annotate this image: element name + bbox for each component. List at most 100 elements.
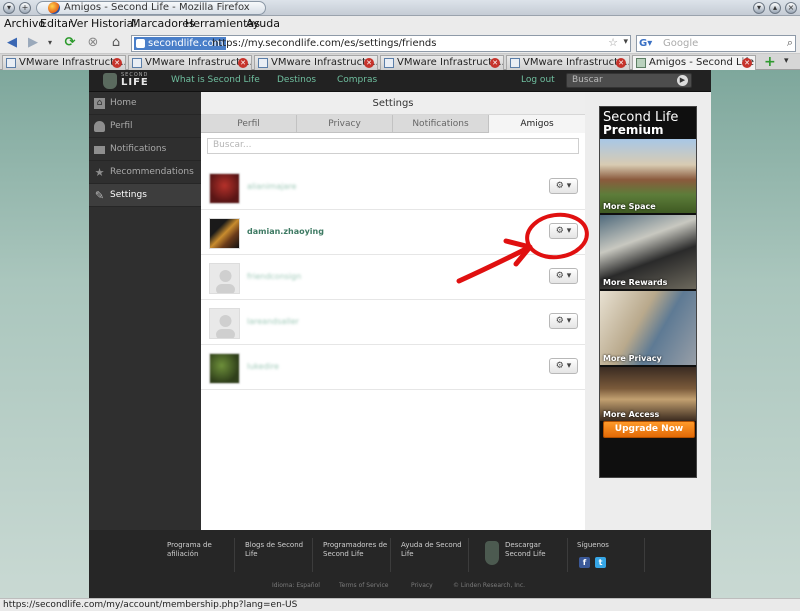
status-bar: https://secondlife.com/my/account/member… (0, 598, 800, 611)
home-icon: ⌂ (94, 98, 105, 109)
history-dropdown-icon[interactable]: ▾ (42, 35, 58, 51)
search-icon[interactable]: ⌕ (787, 36, 793, 50)
logout-link[interactable]: Log out (521, 75, 555, 85)
tab-close-icon[interactable]: ✕ (742, 58, 752, 68)
footer-link-terms[interactable]: Terms of Service (339, 582, 388, 589)
facebook-icon[interactable]: f (579, 557, 590, 568)
footer-follow-label: Síguenos (577, 541, 609, 549)
site-search-input[interactable]: Buscar ▶ (566, 73, 692, 88)
avatar[interactable] (209, 263, 240, 294)
bookmark-star-icon[interactable]: ☆ (608, 36, 618, 49)
menu-ayuda[interactable]: Ayuda (246, 17, 280, 30)
tab-close-icon[interactable]: ✕ (364, 58, 374, 68)
menu-ver[interactable]: Ver (70, 17, 88, 30)
footer-link-blogs[interactable]: Blogs de Second Life (245, 541, 317, 559)
footer-link-affiliate[interactable]: Programa de afiliación (167, 541, 239, 559)
url-bar[interactable]: secondlife.com https://my.secondlife.com… (131, 35, 631, 52)
footer-link-help[interactable]: Ayuda de Second Life (401, 541, 473, 559)
avatar[interactable] (209, 173, 240, 204)
browser-tab[interactable]: VMware Infrastructu... ✕ (380, 55, 504, 70)
site-search-placeholder: Buscar (572, 75, 603, 85)
footer-link-download[interactable]: Descargar Second Life (505, 541, 565, 559)
tab-label: VMware Infrastructu... (271, 57, 378, 68)
nav-link-destinos[interactable]: Destinos (277, 75, 316, 85)
url-text[interactable]: https://my.secondlife.com/es/settings/fr… (212, 37, 437, 50)
web-search-placeholder: Google (663, 38, 699, 49)
home-icon[interactable]: ⌂ (108, 35, 124, 51)
friend-name[interactable]: damian.zhaoying (247, 227, 324, 236)
friend-options-gear-button[interactable]: ⚙ ▾ (549, 178, 578, 194)
window-menu-button[interactable]: ▾ (3, 2, 15, 14)
second-life-page: SECOND LIFE What is Second Life Destinos… (89, 70, 711, 598)
tab-notifications[interactable]: Notifications (393, 115, 489, 133)
url-dropdown-icon[interactable]: ▾ (623, 37, 628, 47)
friend-options-gear-button[interactable]: ⚙ ▾ (549, 223, 578, 239)
tab-close-icon[interactable]: ✕ (616, 58, 626, 68)
language-selector[interactable]: Idioma: Español (272, 582, 320, 589)
avatar[interactable] (209, 308, 240, 339)
search-go-icon[interactable]: ▶ (677, 75, 688, 86)
browser-tab[interactable]: VMware Infrastructu... ✕ (128, 55, 252, 70)
sidebar-item-label: Recommendations (110, 167, 194, 177)
close-window-button[interactable]: × (785, 2, 797, 14)
tab-close-icon[interactable]: ✕ (238, 58, 248, 68)
forward-arrow-icon[interactable]: ▶ (25, 35, 41, 51)
back-arrow-icon[interactable]: ◀ (4, 35, 20, 51)
nav-link-compras[interactable]: Compras (337, 75, 377, 85)
footer-link-privacy[interactable]: Privacy (411, 582, 433, 589)
maximize-button[interactable]: ▴ (769, 2, 781, 14)
vmware-favicon-icon (384, 58, 394, 68)
friend-name[interactable]: lukedire (247, 362, 279, 371)
sidebar-item-home[interactable]: ⌂ Home (89, 92, 201, 115)
vmware-favicon-icon (6, 58, 16, 68)
avatar[interactable] (209, 218, 240, 249)
browser-tab[interactable]: VMware Infrastructu... ✕ (2, 55, 126, 70)
person-icon (94, 121, 105, 132)
sidebar-item-settings[interactable]: ✎ Settings (89, 184, 201, 207)
tab-close-icon[interactable]: ✕ (490, 58, 500, 68)
upgrade-now-button[interactable]: Upgrade Now (603, 421, 695, 438)
sidebar-item-perfil[interactable]: Perfil (89, 115, 201, 138)
friend-name[interactable]: friendconsign (247, 272, 301, 281)
sidebar-item-recommendations[interactable]: ★ Recommendations (89, 161, 201, 184)
window-title: Amigos - Second Life - Mozilla Firefox (64, 2, 250, 13)
tab-amigos[interactable]: Amigos (489, 115, 585, 133)
vmware-favicon-icon (258, 58, 268, 68)
menu-historial[interactable]: Historial (91, 17, 136, 30)
avatar[interactable] (209, 353, 240, 384)
tab-list-dropdown-icon[interactable]: ▾ (784, 56, 789, 66)
premium-ad-banner[interactable]: Second Life Premium More Space More Rewa… (599, 106, 697, 478)
sidebar-item-notifications[interactable]: Notifications (89, 138, 201, 161)
tab-close-icon[interactable]: ✕ (112, 58, 122, 68)
friend-options-gear-button[interactable]: ⚙ ▾ (549, 268, 578, 284)
reload-icon[interactable]: ⟳ (62, 35, 78, 51)
friend-options-gear-button[interactable]: ⚙ ▾ (549, 358, 578, 374)
google-engine-icon[interactable]: G▾ (639, 37, 661, 50)
new-tab-plus-icon[interactable]: + (764, 54, 776, 70)
nav-link-what-is-sl[interactable]: What is Second Life (171, 75, 260, 85)
browser-tab[interactable]: VMware Infrastructu... ✕ (254, 55, 378, 70)
minimize-button[interactable]: ▾ (753, 2, 765, 14)
footer-separator (468, 538, 469, 572)
friend-search-input[interactable]: Buscar... (207, 138, 579, 154)
sidebar-item-label: Settings (110, 190, 147, 200)
second-life-logo[interactable]: SECOND LIFE (103, 72, 161, 89)
tab-privacy[interactable]: Privacy (297, 115, 393, 133)
tab-perfil[interactable]: Perfil (201, 115, 297, 133)
friend-options-gear-button[interactable]: ⚙ ▾ (549, 313, 578, 329)
window-sticky-button[interactable]: + (19, 2, 31, 14)
twitter-icon[interactable]: t (595, 557, 606, 568)
footer-link-developers[interactable]: Programadores de Second Life (323, 541, 395, 559)
browser-tab[interactable]: VMware Infrastructu... ✕ (506, 55, 630, 70)
menu-editar[interactable]: Editar (40, 17, 73, 30)
menu-archivo[interactable]: Archivo (4, 17, 45, 30)
ad-caption: More Space (603, 202, 656, 211)
logo-text: LIFE (121, 77, 149, 88)
settings-tabs: Perfil Privacy Notifications Amigos (201, 115, 585, 133)
browser-tab-active[interactable]: Amigos - Second Life ✕ (632, 55, 756, 70)
friend-name[interactable]: alianimajare (247, 182, 296, 191)
stop-icon[interactable]: ⊗ (85, 35, 101, 51)
web-search-bar[interactable]: G▾ Google ⌕ (636, 35, 796, 52)
friend-row: lukedire ⚙ ▾ (201, 345, 585, 390)
friend-name[interactable]: lareandsaller (247, 317, 299, 326)
